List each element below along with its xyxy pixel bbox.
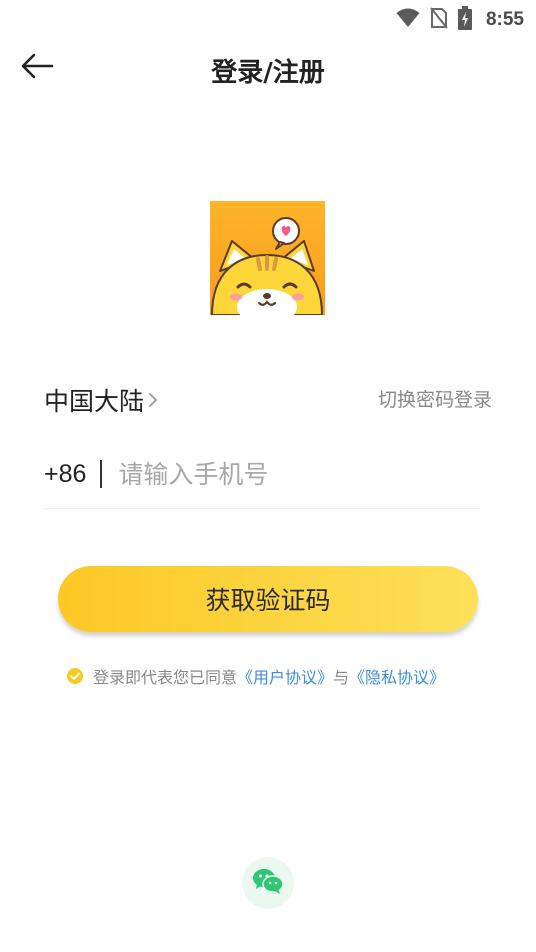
checkbox-checked-icon[interactable] xyxy=(66,667,84,685)
battery-charging-icon xyxy=(457,6,472,34)
page-title: 登录/注册 xyxy=(211,58,325,88)
agreement-row: 登录即代表您已同意 《用户协议》 与 《隐私协议》 xyxy=(66,664,445,688)
wifi-icon xyxy=(396,8,420,32)
country-code: +86 xyxy=(44,459,87,488)
switch-password-login-link[interactable]: 切换密码登录 xyxy=(378,385,492,412)
status-icons: 8:55 xyxy=(396,6,524,34)
get-code-button[interactable]: 获取验证码 xyxy=(58,566,478,632)
region-row: 中国大陆 切换密码登录 xyxy=(44,382,492,422)
phone-row: +86 xyxy=(44,450,480,509)
wechat-login-button[interactable] xyxy=(242,857,294,909)
chevron-right-icon xyxy=(148,391,158,413)
header: 登录/注册 xyxy=(0,40,536,96)
wechat-icon xyxy=(252,867,284,899)
agreement-prefix: 登录即代表您已同意 xyxy=(93,668,238,687)
agreement-conjunction: 与 xyxy=(333,668,350,687)
no-sim-icon xyxy=(430,7,448,33)
status-bar: 8:55 xyxy=(0,0,536,36)
cat-mascot-logo xyxy=(210,201,325,315)
region-label: 中国大陆 xyxy=(44,387,145,416)
privacy-policy-link[interactable]: 《隐私协议》 xyxy=(349,664,445,688)
user-agreement-link[interactable]: 《用户协议》 xyxy=(237,664,333,688)
login-screen: 8:55 登录/注册 中国大陆 切换密码登录 +86 请输入手机号 获取验证码 … xyxy=(0,0,536,952)
status-time: 8:55 xyxy=(485,9,524,30)
phone-input[interactable] xyxy=(116,458,480,490)
region-selector[interactable]: 中国大陆 xyxy=(44,382,158,418)
input-divider xyxy=(100,460,103,488)
